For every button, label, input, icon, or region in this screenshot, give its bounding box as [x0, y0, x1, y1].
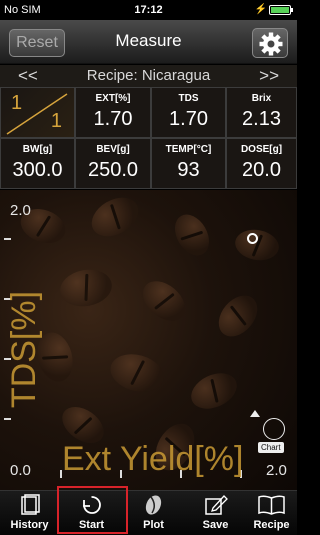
- coffee-bean-decoration: [57, 265, 115, 311]
- field-value: 2.13: [242, 108, 281, 130]
- tab-history[interactable]: History: [0, 491, 59, 535]
- navigation-bar: Reset Measure: [0, 20, 297, 64]
- tab-save[interactable]: Save: [186, 491, 245, 535]
- bev-field[interactable]: BEV[g] 250.0: [75, 138, 151, 189]
- coffee-bean-decoration: [168, 208, 216, 262]
- edit-icon: [205, 495, 228, 515]
- field-label: Brix: [251, 93, 272, 104]
- next-recipe-button[interactable]: >>: [259, 66, 279, 86]
- temp-field[interactable]: TEMP[°C] 93: [151, 138, 226, 189]
- status-bar: No SIM 17:12 ⚡: [0, 0, 297, 20]
- field-value: 300.0: [12, 159, 63, 181]
- recipe-selector: << Recipe: Nicaragua >>: [0, 65, 297, 87]
- field-label: EXT[%]: [95, 93, 131, 104]
- field-value: 1.70: [93, 108, 133, 130]
- book-icon: [258, 495, 285, 515]
- battery-icon: [269, 5, 293, 15]
- dose-field[interactable]: DOSE[g] 20.0: [226, 138, 297, 189]
- tds-extraction-plot[interactable]: 2.0 0.0 2.0 TDS[%] Ext Yield[%] Chart: [0, 190, 297, 490]
- tab-bar: History Start Plot Save Recipe: [0, 490, 297, 535]
- field-value: 1.70: [169, 108, 208, 130]
- measurement-point[interactable]: [247, 233, 258, 244]
- tab-label: Recipe: [253, 519, 290, 531]
- ratio-bottom-value: 1: [50, 110, 62, 132]
- brew-ratio-field[interactable]: 1 1: [0, 87, 75, 138]
- coffee-bean-decoration: [232, 226, 282, 264]
- x-axis-label: Ext Yield[%]: [62, 440, 244, 478]
- brix-field[interactable]: Brix 2.13: [226, 87, 297, 138]
- chart-button-label: Chart: [258, 442, 284, 453]
- tab-recipe[interactable]: Recipe: [246, 491, 297, 535]
- tab-plot[interactable]: Plot: [124, 491, 183, 535]
- gear-icon: [259, 32, 283, 56]
- chart-button[interactable]: Chart: [250, 410, 290, 458]
- bw-field[interactable]: BW[g] 300.0: [0, 138, 75, 189]
- x-min-label: 0.0: [10, 462, 31, 479]
- y-axis-tick: [4, 418, 11, 420]
- field-value: 20.0: [242, 159, 281, 181]
- field-label: BEV[g]: [96, 144, 130, 155]
- bean-icon: [145, 495, 162, 515]
- ext-field[interactable]: EXT[%] 1.70: [75, 87, 151, 138]
- triangle-icon: [250, 410, 260, 417]
- y-axis-label: TDS[%]: [5, 290, 44, 409]
- coffee-bean-decoration: [135, 273, 193, 329]
- tab-label: Save: [202, 519, 229, 531]
- field-label: DOSE[g]: [240, 144, 283, 155]
- coffee-bean-decoration: [210, 288, 266, 344]
- coffee-bean-decoration: [106, 348, 168, 398]
- field-value: 93: [177, 159, 200, 181]
- x-max-label: 2.0: [266, 462, 287, 479]
- field-label: TEMP[°C]: [165, 144, 212, 155]
- clock: 17:12: [134, 4, 163, 16]
- tds-field[interactable]: TDS 1.70: [151, 87, 226, 138]
- ratio-top-value: 1: [11, 92, 23, 114]
- recipe-label: Recipe: Nicaragua: [86, 67, 211, 84]
- field-label: BW[g]: [22, 144, 53, 155]
- settings-button[interactable]: [252, 28, 288, 58]
- field-value: 250.0: [87, 159, 139, 181]
- chart-circle-icon: [263, 418, 285, 440]
- start-tab-highlight: [57, 486, 128, 534]
- field-label: TDS: [178, 93, 199, 104]
- y-axis-tick: [4, 238, 11, 240]
- metrics-grid: 1 1 EXT[%] 1.70 TDS 1.70 Brix 2.13 BW[g]…: [0, 87, 297, 189]
- tab-label: Plot: [143, 519, 164, 531]
- coffee-bean-decoration: [185, 366, 243, 416]
- coffee-bean-decoration: [84, 190, 146, 245]
- tab-label: History: [10, 519, 49, 531]
- y-max-label: 2.0: [10, 202, 31, 219]
- charging-icon: ⚡: [254, 4, 267, 15]
- history-icon: [21, 494, 40, 515]
